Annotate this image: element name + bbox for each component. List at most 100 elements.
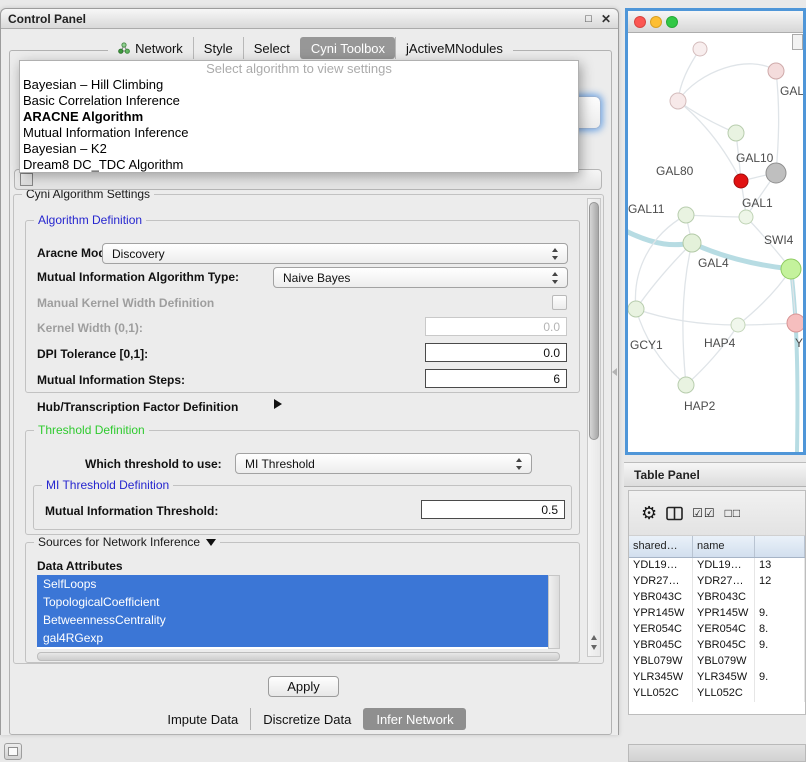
mi-algorithm-value: Naive Bayes [283, 271, 350, 285]
mi-algorithm-select[interactable]: Naive Bayes [273, 267, 568, 288]
network-edge[interactable] [683, 243, 692, 385]
attributes-horizontal-scrollbar[interactable] [37, 652, 560, 661]
network-edge[interactable] [791, 269, 797, 453]
network-node[interactable] [678, 377, 694, 393]
table-cell: YBL079W [629, 654, 693, 670]
mi-steps-field[interactable]: 6 [425, 369, 567, 388]
column-header[interactable] [755, 536, 805, 557]
select-all-icon[interactable]: ☑☑ [692, 506, 716, 520]
canvas-corner-box[interactable] [792, 34, 803, 50]
network-edge[interactable] [636, 309, 738, 325]
attribute-item[interactable]: TopologicalCoefficient [37, 593, 548, 611]
attribute-item[interactable]: BetweennessCentrality [37, 611, 548, 629]
network-node[interactable] [693, 42, 707, 56]
network-node[interactable] [766, 163, 786, 183]
splitter-handle[interactable] [612, 368, 617, 376]
network-node[interactable] [739, 210, 753, 224]
dpi-tolerance-field[interactable]: 0.0 [425, 343, 567, 362]
table-row[interactable]: YLL052CYLL052C [629, 686, 805, 702]
mi-steps-label: Mutual Information Steps: [37, 373, 185, 387]
tab-select[interactable]: Select [243, 37, 300, 59]
network-edge[interactable] [686, 215, 746, 217]
table-row[interactable]: YBR043CYBR043C [629, 590, 805, 606]
tab-impute-data[interactable]: Impute Data [155, 708, 250, 730]
network-edge[interactable] [738, 269, 791, 325]
kernel-width-field[interactable]: 0.0 [425, 317, 567, 336]
column-header[interactable]: shared… [629, 536, 693, 557]
network-node[interactable] [731, 318, 745, 332]
algorithm-option-mutual-information-inference[interactable]: Mutual Information Inference [20, 125, 578, 141]
network-node[interactable] [628, 301, 644, 317]
tab-discretize-data[interactable]: Discretize Data [250, 708, 363, 730]
expand-arrow-icon[interactable] [274, 399, 282, 409]
algorithm-option-bayesian-hill-climbing[interactable]: Bayesian – Hill Climbing [20, 77, 578, 93]
algorithm-option-aracne-algorithm[interactable]: ARACNE Algorithm [20, 109, 578, 125]
table-panel-titlebar[interactable]: Table Panel [624, 462, 806, 487]
network-window-titlebar[interactable] [628, 11, 803, 33]
float-window-icon[interactable]: □ [585, 13, 592, 25]
algorithm-option-basic-correlation-inference[interactable]: Basic Correlation Inference [20, 93, 578, 109]
table-row[interactable]: YPR145WYPR145W9. [629, 606, 805, 622]
attributes-vertical-scrollbar[interactable] [548, 575, 560, 649]
network-tab-icon [118, 42, 130, 54]
network-node[interactable] [768, 63, 784, 79]
gear-icon[interactable]: ⚙ [641, 504, 657, 522]
which-threshold-value: MI Threshold [245, 457, 315, 471]
table-row[interactable]: YER054CYER054C8. [629, 622, 805, 638]
kernel-width-label: Kernel Width (0,1): [37, 321, 143, 335]
scrollbar-thumb[interactable] [589, 202, 599, 440]
deselect-all-icon[interactable]: □□ [725, 506, 742, 520]
node-label: SWI4 [764, 233, 794, 247]
algorithm-option-dream8-dc-tdc-algorithm[interactable]: Dream8 DC_TDC Algorithm [20, 157, 578, 173]
network-edge[interactable] [635, 215, 686, 309]
table-row[interactable]: YDL19…YDL19…13 [629, 558, 805, 574]
tab-jactivemnodules[interactable]: jActiveMNodules [395, 37, 513, 59]
network-edge[interactable] [628, 229, 692, 245]
aracne-mode-select[interactable]: Discovery [102, 243, 568, 264]
network-edge[interactable] [686, 325, 738, 385]
network-edge[interactable] [776, 71, 779, 173]
network-node[interactable] [787, 314, 803, 332]
algorithm-option-bayesian-k2[interactable]: Bayesian – K2 [20, 141, 578, 157]
network-node[interactable] [728, 125, 744, 141]
tab-style[interactable]: Style [193, 37, 243, 59]
network-canvas[interactable]: GALGAL80GAL10GAL11GAL1SWI4GAL4GCY1HAP4YH… [628, 33, 803, 453]
table-cell: YBR045C [693, 638, 755, 654]
table-header-row: shared…name [629, 536, 805, 558]
scroll-down-icon[interactable] [591, 645, 597, 650]
control-panel-titlebar[interactable]: Control Panel □ ✕ [1, 9, 618, 29]
network-node[interactable] [683, 234, 701, 252]
table-row[interactable]: YBR045CYBR045C9. [629, 638, 805, 654]
network-node[interactable] [734, 174, 748, 188]
close-traffic-light-icon[interactable] [634, 16, 646, 28]
close-window-icon[interactable]: ✕ [601, 12, 611, 26]
tab-cyni-toolbox[interactable]: Cyni Toolbox [300, 37, 395, 59]
table-row[interactable]: YBL079WYBL079W [629, 654, 805, 670]
table-row[interactable]: YDR27…YDR27…12 [629, 574, 805, 590]
network-node[interactable] [678, 207, 694, 223]
table-cell: 12 [755, 574, 805, 590]
column-header[interactable]: name [693, 536, 755, 557]
attribute-item[interactable]: gal4RGexp [37, 629, 548, 647]
network-node[interactable] [670, 93, 686, 109]
zoom-traffic-light-icon[interactable] [666, 16, 678, 28]
network-edge[interactable] [678, 64, 776, 101]
mi-threshold-field[interactable]: 0.5 [421, 500, 565, 519]
attribute-item[interactable]: SelfLoops [37, 575, 548, 593]
minimize-traffic-light-icon[interactable] [650, 16, 662, 28]
network-node[interactable] [781, 259, 801, 279]
columns-icon[interactable] [666, 506, 683, 521]
tab-network[interactable]: Network [108, 37, 193, 59]
network-view-window: GALGAL80GAL10GAL11GAL1SWI4GAL4GCY1HAP4YH… [625, 8, 806, 455]
manual-kernel-label: Manual Kernel Width Definition [37, 296, 214, 310]
collapse-arrow-icon[interactable] [206, 539, 216, 546]
scroll-up-icon[interactable] [591, 635, 597, 640]
settings-scrollbar[interactable] [587, 198, 601, 657]
tab-infer-network[interactable]: Infer Network [363, 708, 465, 730]
apply-button[interactable]: Apply [268, 676, 339, 697]
network-graph: GALGAL80GAL10GAL11GAL1SWI4GAL4GCY1HAP4YH… [628, 33, 803, 453]
which-threshold-select[interactable]: MI Threshold [235, 453, 532, 474]
table-row[interactable]: YLR345WYLR345W9. [629, 670, 805, 686]
collapsed-panel-icon[interactable] [4, 743, 22, 760]
manual-kernel-checkbox[interactable] [552, 295, 567, 310]
